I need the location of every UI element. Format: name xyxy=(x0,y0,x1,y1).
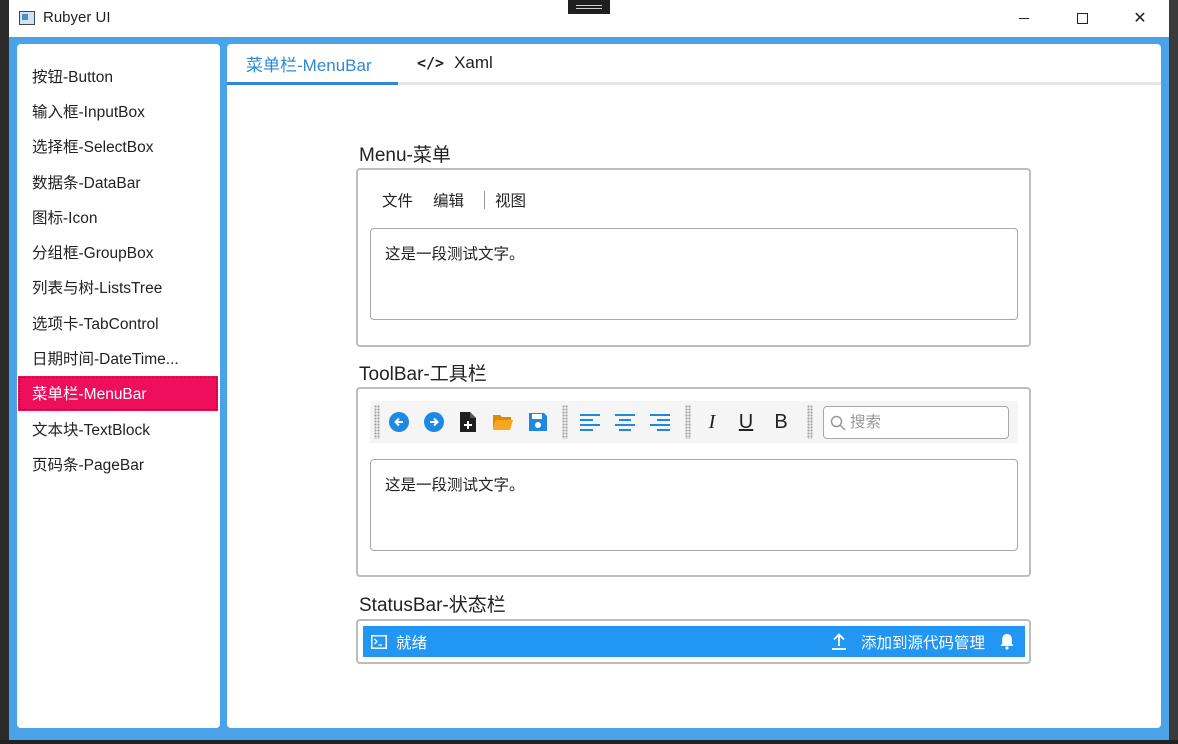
main-content: 菜单栏-MenuBar </> Xaml Menu-菜单 文件 编辑 视图 这是… xyxy=(227,44,1161,728)
menu-bar: 文件 编辑 视图 xyxy=(372,188,536,212)
statusbar-card: 就绪 添加到源代码管理 xyxy=(356,619,1031,664)
tab-menubar-label: 菜单栏-MenuBar xyxy=(246,55,372,75)
sidebar-item-groupbox[interactable]: 分组框-GroupBox xyxy=(18,234,218,269)
forward-button[interactable] xyxy=(421,409,447,435)
search-icon xyxy=(830,415,846,431)
app-window: Rubyer UI ✕ 按钮-Button 输入框-InputBox 选择框-S… xyxy=(9,0,1169,740)
title-bar[interactable]: Rubyer UI ✕ xyxy=(9,0,1169,37)
bell-icon xyxy=(1000,634,1014,650)
align-center-button[interactable] xyxy=(612,409,638,435)
tab-xaml-label: Xaml xyxy=(454,53,493,72)
sidebar-item-textblock[interactable]: 文本块-TextBlock xyxy=(18,411,218,446)
forward-icon xyxy=(424,412,444,432)
menu-item-view[interactable]: 视图 xyxy=(495,189,536,211)
sidebar-item-inputbox[interactable]: 输入框-InputBox xyxy=(18,93,218,128)
toolbar-grip[interactable] xyxy=(374,405,380,439)
save-button[interactable] xyxy=(525,409,551,435)
status-bar: 就绪 添加到源代码管理 xyxy=(363,626,1025,657)
tab-bar: 菜单栏-MenuBar </> Xaml xyxy=(227,44,1161,85)
align-left-icon xyxy=(580,414,600,431)
open-folder-icon xyxy=(493,415,513,430)
italic-button[interactable]: I xyxy=(699,409,725,435)
sidebar-item-liststree[interactable]: 列表与树-ListsTree xyxy=(18,270,218,305)
status-right: 添加到源代码管理 xyxy=(831,626,1015,657)
bold-icon: B xyxy=(774,410,788,433)
app-icon xyxy=(19,11,35,25)
underline-icon: U xyxy=(738,410,754,433)
sidebar-item-icon[interactable]: 图标-Icon xyxy=(18,199,218,234)
sidebar-item-button[interactable]: 按钮-Button xyxy=(18,58,218,93)
sidebar: 按钮-Button 输入框-InputBox 选择框-SelectBox 数据条… xyxy=(17,44,220,728)
minimize-icon xyxy=(1019,17,1029,19)
source-control-button[interactable]: 添加到源代码管理 xyxy=(861,631,985,653)
code-icon: </> xyxy=(417,54,445,72)
menu-text-area[interactable]: 这是一段测试文字。 xyxy=(370,228,1018,320)
back-icon xyxy=(389,412,409,432)
menu-item-file[interactable]: 文件 xyxy=(372,189,423,211)
sidebar-item-menubar[interactable]: 菜单栏-MenuBar xyxy=(18,375,218,411)
terminal-icon xyxy=(371,634,387,649)
new-file-button[interactable] xyxy=(455,409,481,435)
minimize-button[interactable] xyxy=(995,0,1053,36)
save-icon xyxy=(529,413,547,431)
align-right-icon xyxy=(650,414,670,431)
background-edge-bottom xyxy=(0,740,1178,744)
toolbar-grip[interactable] xyxy=(807,405,813,439)
menu-section-title: Menu-菜单 xyxy=(359,145,451,166)
statusbar-section-title: StatusBar-状态栏 xyxy=(359,595,506,616)
menu-card: 文件 编辑 视图 这是一段测试文字。 xyxy=(356,168,1031,347)
maximize-button[interactable] xyxy=(1053,0,1111,36)
underline-button[interactable]: U xyxy=(733,409,759,435)
window-title: Rubyer UI xyxy=(43,9,111,26)
align-right-button[interactable] xyxy=(647,409,673,435)
tool-bar: I U B xyxy=(370,401,1018,443)
close-icon: ✕ xyxy=(1133,8,1147,27)
status-text: 就绪 xyxy=(396,634,428,652)
toolbar-card: I U B 这是一段测试文字。 xyxy=(356,387,1031,577)
background-edge-left xyxy=(0,0,9,744)
toolbar-search[interactable] xyxy=(823,406,1009,439)
align-left-button[interactable] xyxy=(577,409,603,435)
menu-separator xyxy=(484,191,486,209)
sidebar-item-tabcontrol[interactable]: 选项卡-TabControl xyxy=(18,305,218,340)
drag-handle[interactable] xyxy=(568,0,610,14)
toolbar-text-area[interactable]: 这是一段测试文字。 xyxy=(370,459,1018,551)
status-left: 就绪 xyxy=(371,626,427,657)
sidebar-item-datetime[interactable]: 日期时间-DateTime... xyxy=(18,340,218,375)
tab-menubar[interactable]: 菜单栏-MenuBar xyxy=(227,44,398,85)
toolbar-grip[interactable] xyxy=(562,405,568,439)
toolbar-section-title: ToolBar-工具栏 xyxy=(359,364,487,385)
italic-icon: I xyxy=(708,410,716,433)
align-center-icon xyxy=(615,414,635,431)
open-folder-button[interactable] xyxy=(490,409,516,435)
sidebar-item-selectbox[interactable]: 选择框-SelectBox xyxy=(18,129,218,164)
maximize-icon xyxy=(1076,12,1088,24)
menu-item-edit[interactable]: 编辑 xyxy=(423,189,474,211)
upload-icon xyxy=(831,633,846,650)
bold-button[interactable]: B xyxy=(768,409,794,435)
search-input[interactable] xyxy=(846,412,1002,433)
toolbar-grip[interactable] xyxy=(685,405,691,439)
sidebar-item-pagebar[interactable]: 页码条-PageBar xyxy=(18,446,218,481)
back-button[interactable] xyxy=(386,409,412,435)
sidebar-item-databar[interactable]: 数据条-DataBar xyxy=(18,164,218,199)
new-file-icon xyxy=(460,412,476,432)
background-edge-right xyxy=(1169,0,1178,744)
close-button[interactable]: ✕ xyxy=(1111,0,1169,36)
tab-xaml[interactable]: </> Xaml xyxy=(417,44,537,82)
